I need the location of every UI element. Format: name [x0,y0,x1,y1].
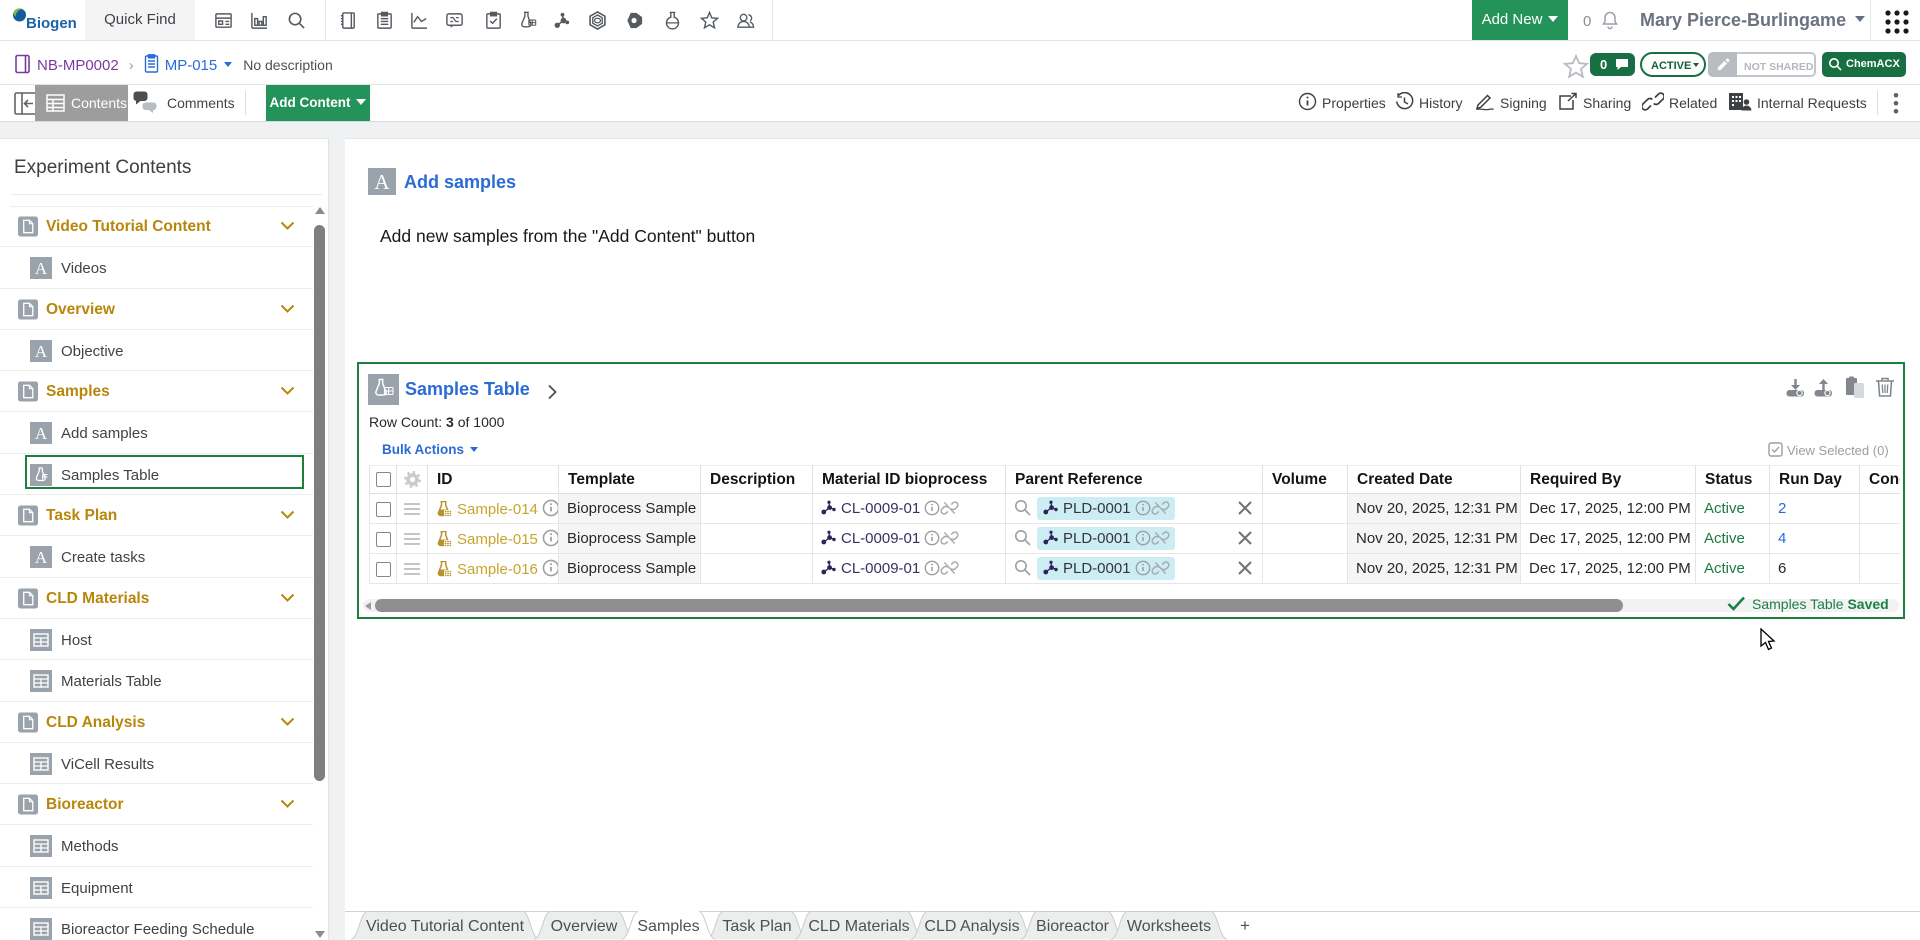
svg-text:A: A [35,259,48,278]
svg-text:Samples: Samples [637,918,699,935]
svg-text:+: + [1240,916,1250,935]
svg-text:Worksheets: Worksheets [1127,918,1211,935]
svg-text:Bioreactor: Bioreactor [1036,918,1110,935]
svg-text:CLD Analysis: CLD Analysis [924,918,1019,935]
svg-text:Overview: Overview [551,918,618,935]
svg-text:A: A [35,424,48,443]
svg-text:A: A [374,170,390,194]
svg-text:Video Tutorial Content: Video Tutorial Content [366,918,525,935]
svg-text:Biogen: Biogen [26,15,77,32]
svg-text:Task Plan: Task Plan [722,918,791,935]
svg-text:A: A [35,548,48,567]
svg-text:A: A [35,342,48,361]
svg-text:CLD Materials: CLD Materials [808,918,909,935]
